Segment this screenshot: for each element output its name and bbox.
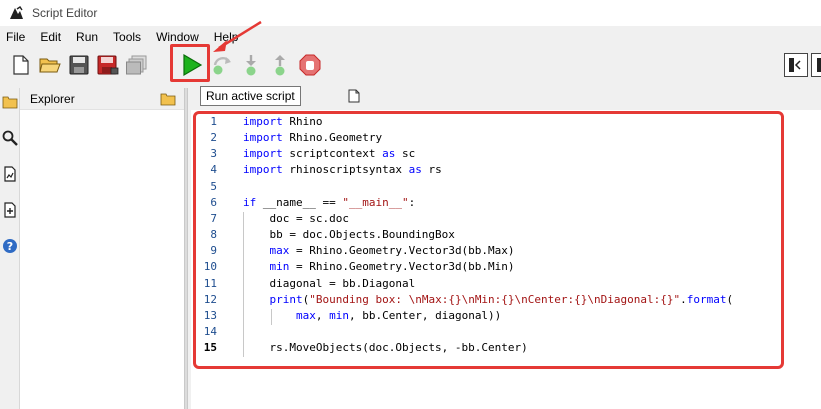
menu-run[interactable]: Run [69, 30, 106, 44]
annotation-arrow-icon [213, 20, 262, 52]
panel-splitter[interactable] [184, 88, 188, 409]
new-file-button[interactable] [8, 52, 34, 78]
panel-right-icon [816, 58, 821, 72]
open-folder-icon [39, 58, 61, 73]
help-icon[interactable]: ? [2, 238, 18, 254]
open-button[interactable] [37, 52, 63, 78]
side-rail: ? [0, 88, 20, 409]
save-all-icon [126, 55, 147, 75]
document-chart-icon[interactable] [2, 166, 18, 182]
save-button[interactable] [66, 52, 92, 78]
menu-bar: File Edit Run Tools Window Help [0, 27, 821, 47]
explorer-header: Explorer [20, 88, 184, 110]
save-as-button[interactable] [95, 52, 121, 78]
panel-left-icon [789, 58, 801, 72]
run-button-highlight-box [170, 44, 210, 82]
svg-text:?: ? [7, 240, 13, 253]
explorer-title: Explorer [30, 91, 75, 106]
script-editor-app-icon [10, 6, 23, 19]
save-all-button[interactable] [124, 52, 150, 78]
search-icon[interactable] [2, 130, 18, 146]
toggle-right-panel-button[interactable] [811, 53, 821, 77]
title-bar: Script Editor [0, 0, 821, 26]
explorer-panel: Explorer [20, 88, 184, 409]
menu-edit[interactable]: Edit [33, 30, 69, 44]
new-file-icon [13, 55, 29, 75]
explorer-open-folder-icon[interactable] [160, 92, 176, 106]
menu-tools[interactable]: Tools [106, 30, 149, 44]
run-tooltip: Run active script [200, 86, 301, 106]
code-highlight-box [193, 111, 784, 369]
save-as-icon [97, 55, 119, 75]
stop-button[interactable] [297, 52, 323, 78]
explorer-folder-icon[interactable] [2, 94, 18, 110]
menu-window[interactable]: Window [149, 30, 207, 44]
new-tab-icon[interactable] [348, 89, 360, 103]
toolbar [0, 48, 821, 82]
add-document-icon[interactable] [2, 202, 18, 218]
step-out-button[interactable] [267, 52, 293, 78]
window-title: Script Editor [32, 6, 98, 20]
save-icon [69, 55, 89, 75]
stop-icon [299, 54, 321, 76]
step-out-icon [275, 55, 285, 76]
toggle-left-panel-button[interactable] [784, 53, 808, 77]
menu-file[interactable]: File [0, 30, 33, 44]
